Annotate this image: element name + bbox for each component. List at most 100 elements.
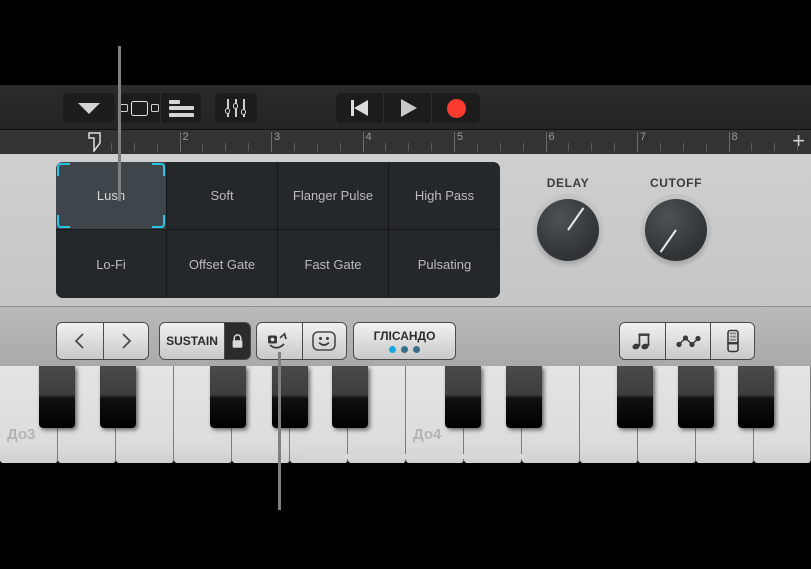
- black-key[interactable]: [738, 366, 774, 428]
- cutoff-knob-control: CUTOFF: [626, 176, 726, 261]
- preset-label: Flanger Pulse: [292, 188, 374, 203]
- performance-buttons: [256, 322, 347, 360]
- play-button[interactable]: [384, 93, 431, 123]
- knob-pointer: [567, 207, 585, 231]
- scale-button[interactable]: [665, 323, 710, 359]
- ruler-bar-line: [728, 132, 730, 152]
- ruler-tick: [431, 143, 433, 151]
- delay-knob-label: DELAY: [546, 176, 590, 190]
- lock-icon: [232, 333, 243, 348]
- preset-cell[interactable]: Fast Gate: [278, 230, 389, 298]
- ruler-bar-line: [454, 132, 455, 152]
- glissando-button[interactable]: ГЛІСАНДО: [353, 322, 456, 360]
- rewind-icon: [350, 100, 369, 116]
- view-button-group: [119, 93, 201, 123]
- delay-knob[interactable]: [537, 199, 599, 261]
- preset-label: Offset Gate: [188, 256, 256, 272]
- playhead-marker[interactable]: [88, 132, 102, 152]
- ruler-tick: [682, 143, 684, 151]
- preset-cell[interactable]: Offset Gate: [167, 230, 278, 298]
- ruler-tick: [110, 143, 112, 151]
- smiley-face-icon: [312, 331, 337, 351]
- black-key[interactable]: [100, 366, 136, 428]
- ruler-bar-line: [362, 132, 364, 152]
- delay-knob-control: DELAY: [518, 176, 618, 261]
- preset-cell[interactable]: Flanger Pulse: [278, 162, 389, 230]
- black-key[interactable]: [39, 366, 75, 428]
- ruler-tick: [202, 143, 204, 151]
- cutoff-knob[interactable]: [645, 199, 707, 261]
- ruler-bar-number: 8: [731, 131, 738, 143]
- octave-up-button[interactable]: [102, 323, 148, 359]
- ruler-bar-number: 4: [365, 131, 372, 143]
- keyboard-scroll-indicator[interactable]: [305, 454, 525, 459]
- ruler-tick: [133, 143, 135, 151]
- ruler-tick: [522, 143, 524, 151]
- black-key[interactable]: [678, 366, 714, 428]
- key-label-c3: До3: [7, 426, 36, 443]
- record-icon: [446, 98, 466, 118]
- ruler-tick: [225, 143, 227, 151]
- callout-leader-line-top: [118, 46, 121, 201]
- preset-cell[interactable]: High Pass: [389, 162, 500, 230]
- toolbar: [0, 85, 811, 206]
- record-button[interactable]: [432, 93, 480, 123]
- transport-group: [336, 93, 480, 123]
- octave-down-button[interactable]: [57, 323, 103, 359]
- piano-keyboard: До3 До4: [0, 366, 811, 569]
- timeline-ruler[interactable]: + 2 3 4 5 6 7 8: [0, 130, 811, 154]
- velocity-button[interactable]: [710, 323, 754, 359]
- browser-icon: [120, 100, 159, 116]
- library-caret-button[interactable]: [63, 93, 115, 123]
- selection-corner: [57, 215, 70, 228]
- preset-grid: Lush Soft Flanger Pulse High Pass Lo-Fi Offse…: [56, 162, 500, 298]
- mixer-button-group: [215, 93, 257, 123]
- ruler-tick: [385, 143, 387, 151]
- black-key[interactable]: [445, 366, 481, 428]
- keyboard-mode-buttons: [619, 322, 755, 360]
- ruler-bar-line: [545, 132, 547, 152]
- preset-cell[interactable]: Soft: [167, 162, 278, 230]
- sustain-button[interactable]: SUSTAIN: [159, 322, 251, 360]
- black-key[interactable]: [210, 366, 246, 428]
- ruler-bar-number: 7: [640, 131, 647, 143]
- add-track-button[interactable]: +: [792, 130, 805, 152]
- sustain-lock-button[interactable]: [224, 323, 250, 359]
- expression-button[interactable]: [301, 323, 346, 359]
- ruler-tick: [339, 143, 341, 151]
- selection-corner: [152, 163, 165, 176]
- ruler-tick: [568, 143, 570, 151]
- ruler-bar-line: [271, 132, 272, 152]
- track-list-button[interactable]: [161, 93, 201, 123]
- black-key[interactable]: [617, 366, 653, 428]
- ruler-tick: [293, 143, 295, 151]
- preset-label: Pulsating: [417, 256, 472, 272]
- browser-view-button[interactable]: [119, 93, 160, 123]
- ruler-bar-line: [179, 132, 181, 152]
- ruler-tick: [476, 143, 478, 151]
- preset-label: Lo-Fi: [96, 256, 126, 272]
- eighth-notes-icon: [631, 333, 650, 350]
- mixer-button[interactable]: [215, 93, 257, 123]
- play-icon: [401, 99, 417, 117]
- key-label-c4: До4: [413, 426, 442, 443]
- preset-label: Fast Gate: [304, 256, 362, 272]
- ruler-tick: [614, 143, 616, 151]
- pitch-bend-icon: [268, 332, 288, 349]
- track-list-icon: [168, 99, 194, 117]
- black-key[interactable]: [332, 366, 368, 428]
- rewind-button[interactable]: [336, 93, 383, 123]
- black-key[interactable]: [506, 366, 542, 428]
- arpeggiator-button[interactable]: [620, 323, 665, 359]
- knob-pointer: [659, 229, 677, 253]
- preset-cell[interactable]: Lo-Fi: [56, 230, 167, 298]
- top-black-area: [0, 0, 811, 85]
- ruler-tick: [248, 143, 250, 151]
- preset-label: Soft: [210, 188, 234, 203]
- preset-cell[interactable]: Lush: [56, 162, 167, 230]
- ruler-tick: [591, 143, 593, 151]
- octave-buttons: [56, 322, 149, 360]
- preset-cell[interactable]: Pulsating: [389, 230, 500, 298]
- ruler-bar-line: [637, 132, 638, 152]
- ruler-bar-number: 5: [457, 131, 464, 143]
